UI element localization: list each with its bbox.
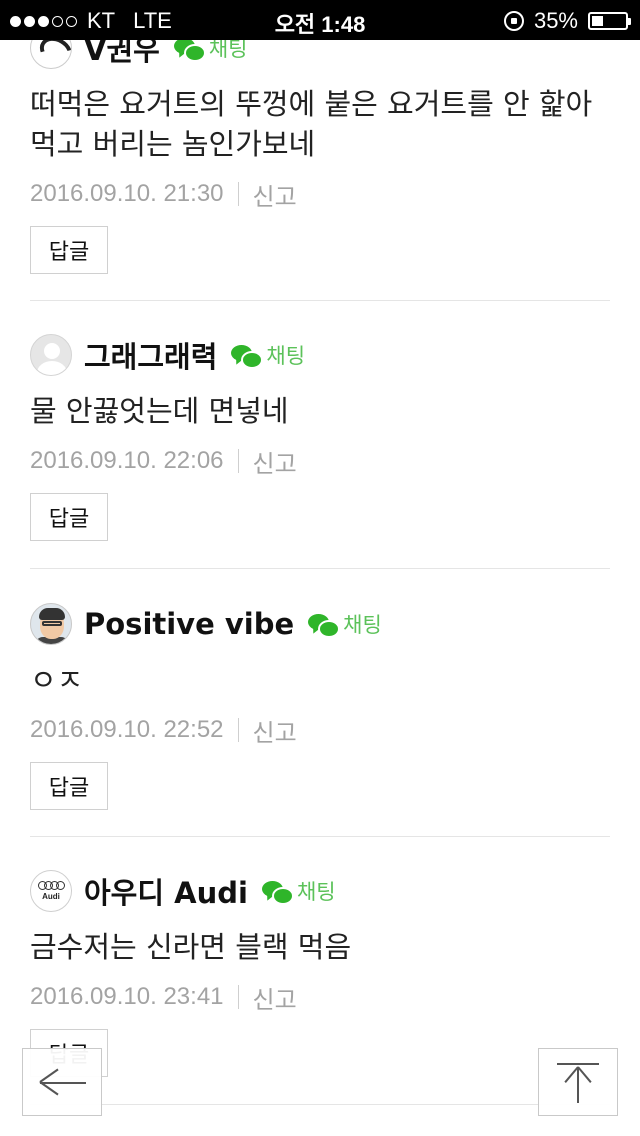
- network-type: LTE: [133, 8, 172, 33]
- comment-timestamp: 2016.09.10. 23:41: [30, 983, 224, 1010]
- comment-timestamp: 2016.09.10. 22:52: [30, 716, 224, 743]
- reply-button[interactable]: 답글: [30, 226, 108, 274]
- rotation-lock-icon: [503, 11, 524, 31]
- status-right: 35%: [503, 8, 631, 34]
- avatar[interactable]: [30, 334, 72, 376]
- comment-item: Positive vibe 채팅 ㅇㅈ 2016.09.10. 22:52 신고…: [30, 602, 610, 810]
- chat-label: 채팅: [296, 880, 336, 904]
- chat-bubble-icon: [231, 343, 264, 369]
- comment-meta: 2016.09.10. 22:06 신고: [30, 441, 610, 481]
- chat-button[interactable]: 채팅: [261, 876, 336, 906]
- arrow-left-icon: [40, 1082, 86, 1084]
- audi-rings-icon: [37, 881, 65, 890]
- comment-item: V권우 채팅 떠먹은 요거트의 뚜껑에 붙은 요거트를 안 핥아 먹고 버리는 …: [30, 26, 610, 274]
- status-bar: KT LTE 오전 1:48 35%: [0, 0, 640, 40]
- chat-label: 채팅: [343, 613, 382, 637]
- divider: [30, 1104, 610, 1105]
- comment-header: Audi 아우디 Audi 채팅: [30, 869, 610, 913]
- comment-username[interactable]: Positive vibe: [84, 607, 294, 641]
- battery-percent: 35%: [533, 8, 578, 33]
- signal-strength-icon: [10, 15, 77, 27]
- comment-timestamp: 2016.09.10. 22:06: [30, 447, 224, 474]
- divider: [30, 836, 610, 837]
- top-bar-icon: [557, 1063, 599, 1065]
- meta-divider: [237, 985, 239, 1009]
- comment-meta: 2016.09.10. 22:52 신고: [30, 710, 610, 750]
- comment-username[interactable]: 아우디 Audi: [84, 870, 248, 912]
- comment-item: Audi 아우디 Audi 채팅 금수저는 신라면 블랙 먹음 2016.09.…: [30, 869, 610, 1077]
- chat-button[interactable]: 채팅: [231, 340, 305, 370]
- meta-divider: [237, 718, 239, 742]
- comment-username[interactable]: 그래그래력: [84, 334, 217, 376]
- comment-header: Positive vibe 채팅: [30, 602, 610, 646]
- report-link[interactable]: 신고: [253, 980, 297, 1015]
- audi-logo-avatar[interactable]: Audi: [30, 870, 72, 912]
- report-link[interactable]: 신고: [253, 177, 297, 212]
- comment-text: 물 안끓엇는데 면넣네: [30, 394, 289, 428]
- battery-icon: [588, 12, 631, 30]
- comment-meta: 2016.09.10. 21:30 신고: [30, 174, 610, 214]
- report-link[interactable]: 신고: [253, 713, 297, 748]
- chat-label: 채팅: [266, 344, 306, 368]
- comment-timestamp: 2016.09.10. 21:30: [30, 180, 224, 207]
- arrow-up-icon: [577, 1067, 579, 1103]
- comment-text: 떠먹은 요거트의 뚜껑에 붙은 요거트를 안 핥아 먹고 버리는 놈인가보네: [30, 87, 593, 161]
- audi-logo-text: Audi: [42, 892, 60, 901]
- meta-divider: [237, 449, 239, 473]
- comment-text: ㅇㅈ: [30, 663, 84, 697]
- divider: [30, 300, 610, 301]
- carrier-name: KT: [87, 8, 116, 33]
- chat-bubble-icon: [261, 879, 294, 905]
- reply-button[interactable]: 답글: [30, 762, 108, 810]
- scroll-to-top-button[interactable]: [538, 1048, 618, 1116]
- chat-bubble-icon: [308, 612, 341, 638]
- reply-button[interactable]: 답글: [30, 493, 108, 541]
- chat-button[interactable]: 채팅: [308, 609, 382, 639]
- divider: [30, 568, 610, 569]
- back-button[interactable]: [22, 1048, 102, 1116]
- comment-meta: 2016.09.10. 23:41 신고: [30, 977, 610, 1017]
- status-left: KT LTE: [10, 8, 172, 34]
- meta-divider: [237, 182, 239, 206]
- avatar[interactable]: [30, 603, 72, 645]
- comment-header: 그래그래력 채팅: [30, 333, 610, 377]
- report-link[interactable]: 신고: [253, 444, 297, 479]
- comment-text: 금수저는 신라면 블랙 먹음: [30, 930, 352, 964]
- comment-item: 그래그래력 채팅 물 안끓엇는데 면넣네 2016.09.10. 22:06 신…: [30, 333, 610, 541]
